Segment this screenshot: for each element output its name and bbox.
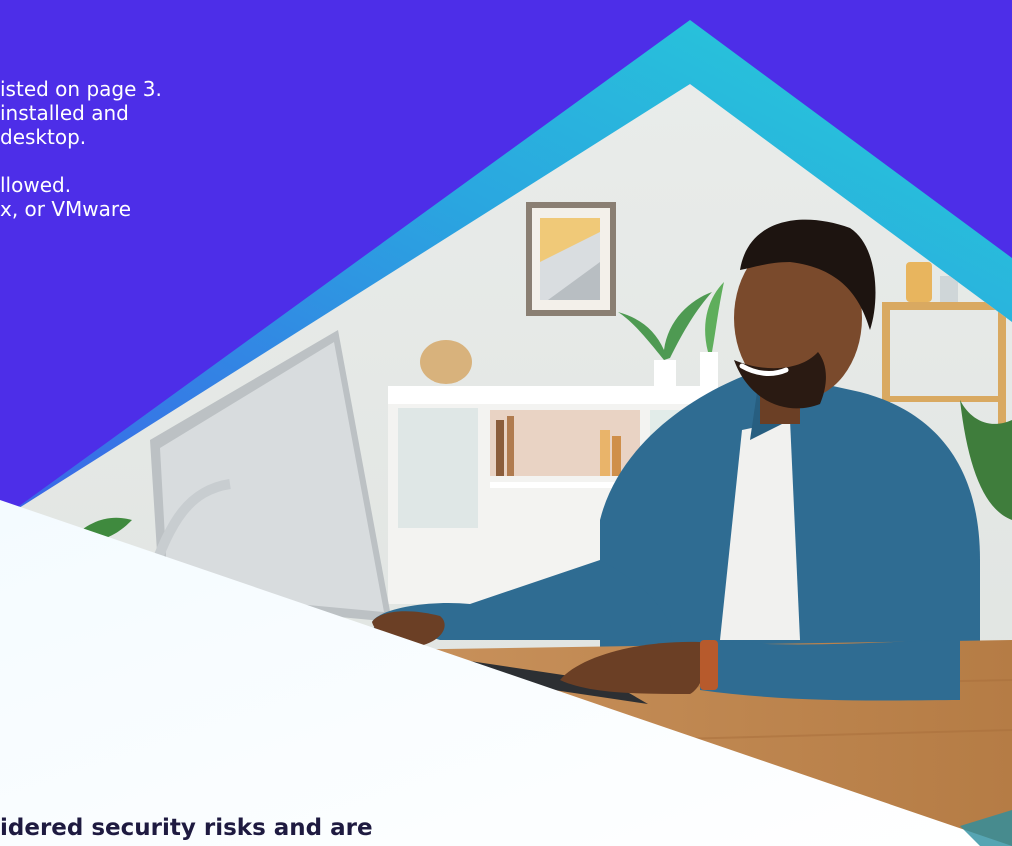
body-line: isted on page 3. <box>0 77 162 101</box>
document-page: isted on page 3. installed and desktop. … <box>0 0 1012 846</box>
body-line: llowed. <box>0 173 72 197</box>
section-heading: idered security risks and are <box>0 815 373 841</box>
body-line: x, or VMware <box>0 197 132 221</box>
body-line: installed and <box>0 101 129 125</box>
page-artwork <box>0 0 1012 846</box>
body-line: desktop. <box>0 125 87 149</box>
